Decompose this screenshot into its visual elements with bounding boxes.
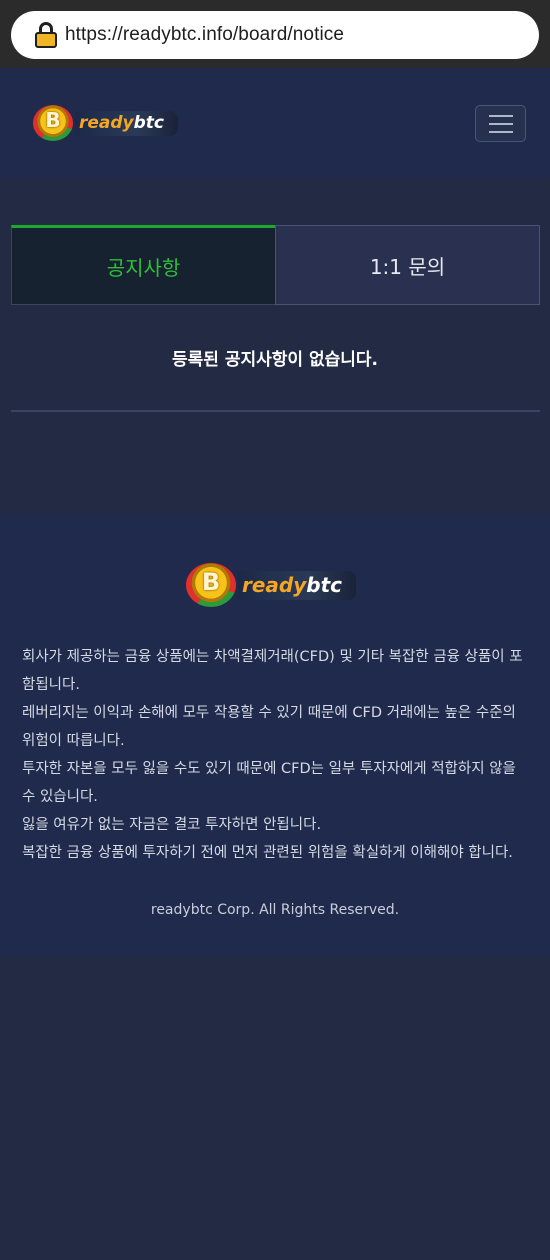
footer-logo[interactable]: B readybtc bbox=[186, 563, 357, 607]
empty-notice-message: 등록된 공지사항이 없습니다. bbox=[172, 350, 378, 370]
disclaimer-line: 잃을 여유가 없는 자금은 결코 투자하면 안됩니다. bbox=[22, 817, 322, 833]
disclaimer-line: 회사가 제공하는 금융 상품에는 차액결제거래(CFD) 및 기타 복잡한 금융… bbox=[22, 649, 523, 693]
disclaimer-line: 레버리지는 이익과 손해에 모두 작용할 수 있기 때문에 CFD 거래에는 높… bbox=[22, 705, 516, 749]
hamburger-icon bbox=[488, 114, 513, 117]
disclaimer-line: 복잡한 금융 상품에 투자하기 전에 먼저 관련된 위험을 확실하게 이해해야 … bbox=[22, 845, 513, 861]
bitcoin-coin-icon: B bbox=[186, 563, 236, 607]
lock-icon bbox=[35, 22, 57, 48]
tab-inquiry[interactable]: 1:1 문의 bbox=[275, 225, 540, 305]
brand-wordmark: readybtc bbox=[75, 110, 179, 136]
tab-notice[interactable]: 공지사항 bbox=[11, 225, 275, 305]
url-text[interactable]: https://readybtc.info/board/notice bbox=[65, 24, 344, 46]
header-logo[interactable]: B readybtc bbox=[33, 105, 179, 141]
divider bbox=[11, 410, 540, 412]
copyright-text: readybtc Corp. All Rights Reserved. bbox=[150, 902, 400, 918]
risk-disclaimer: 회사가 제공하는 금융 상품에는 차액결제거래(CFD) 및 기타 복잡한 금융… bbox=[22, 643, 532, 867]
board-tabs: 공지사항 1:1 문의 bbox=[11, 225, 540, 305]
bitcoin-coin-icon: B bbox=[33, 105, 73, 141]
brand-wordmark: readybtc bbox=[238, 570, 357, 600]
disclaimer-line: 투자한 자본을 모두 잃을 수도 있기 때문에 CFD는 일부 투자자에게 적합… bbox=[22, 761, 516, 805]
browser-chrome: https://readybtc.info/board/notice bbox=[0, 0, 550, 68]
menu-toggle-button[interactable] bbox=[475, 105, 526, 142]
address-bar[interactable]: https://readybtc.info/board/notice bbox=[11, 11, 539, 59]
